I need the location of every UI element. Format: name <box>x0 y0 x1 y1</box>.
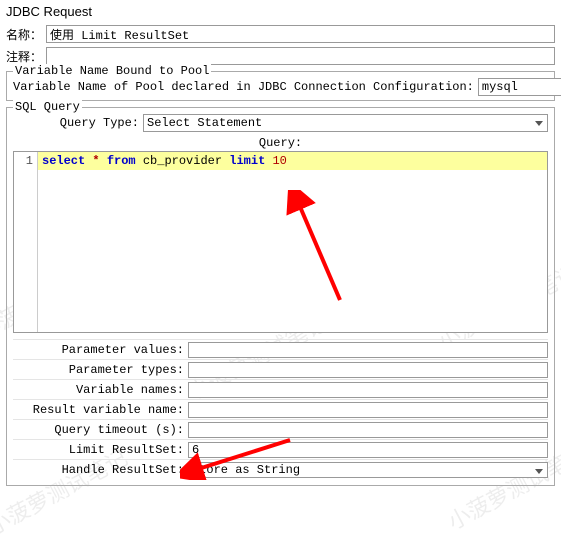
pool-name-input[interactable] <box>478 78 561 96</box>
pool-name-label: Variable Name of Pool declared in JDBC C… <box>13 80 478 94</box>
query-label: Query: <box>13 136 548 150</box>
query-type-label: Query Type: <box>13 116 143 130</box>
variable-names-label: Variable names: <box>13 383 188 397</box>
editor-area[interactable]: select * from cb_provider limit 10 <box>38 152 547 332</box>
comments-label: 注释： <box>6 48 46 65</box>
param-values-label: Parameter values: <box>13 343 188 357</box>
handle-resultset-select[interactable]: Store as String <box>188 462 548 478</box>
result-variable-input[interactable] <box>188 402 548 418</box>
handle-resultset-value: Store as String <box>192 463 300 477</box>
query-editor[interactable]: 1 select * from cb_provider limit 10 <box>13 151 548 333</box>
limit-resultset-label: Limit ResultSet: <box>13 443 188 457</box>
query-timeout-input[interactable] <box>188 422 548 438</box>
name-label: 名称： <box>6 26 46 43</box>
code-line-1[interactable]: select * from cb_provider limit 10 <box>38 152 547 170</box>
param-values-input[interactable] <box>188 342 548 358</box>
param-types-label: Parameter types: <box>13 363 188 377</box>
query-type-value: Select Statement <box>147 116 262 130</box>
limit-resultset-input[interactable] <box>188 442 548 458</box>
variable-pool-legend: Variable Name Bound to Pool <box>13 64 211 78</box>
sql-query-fieldset: SQL Query Query Type: Select Statement Q… <box>6 107 555 486</box>
param-types-input[interactable] <box>188 362 548 378</box>
sql-query-legend: SQL Query <box>13 100 82 114</box>
variable-names-input[interactable] <box>188 382 548 398</box>
comments-input[interactable] <box>46 47 555 65</box>
query-type-select[interactable]: Select Statement <box>143 114 548 132</box>
editor-gutter: 1 <box>14 152 38 332</box>
variable-pool-fieldset: Variable Name Bound to Pool Variable Nam… <box>6 71 555 101</box>
name-input[interactable] <box>46 25 555 43</box>
handle-resultset-label: Handle ResultSet: <box>13 463 188 477</box>
query-timeout-label: Query timeout (s): <box>13 423 188 437</box>
result-variable-label: Result variable name: <box>13 403 188 417</box>
page-title: JDBC Request <box>6 4 555 19</box>
params-section: Parameter values: Parameter types: Varia… <box>13 339 548 479</box>
